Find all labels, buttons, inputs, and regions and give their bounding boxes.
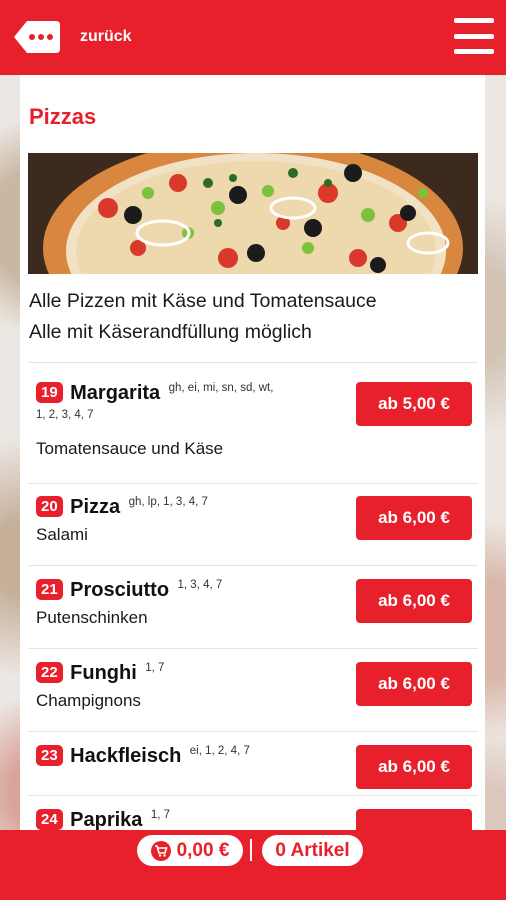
cart-total-button[interactable]: 0,00 €: [137, 835, 243, 866]
item-number-badge: 20: [36, 496, 63, 517]
item-number-badge: 24: [36, 809, 63, 830]
menu-item[interactable]: 21 Prosciutto 1, 3, 4, 7 Putenschinken a…: [36, 579, 472, 645]
item-allergen-codes: gh, ei, mi, sn, sd, wt,: [168, 382, 274, 394]
divider: [250, 839, 252, 861]
divider: [28, 731, 478, 732]
menu-item[interactable]: 23 Hackfleisch ei, 1, 2, 4, 7 ab 6,00 €: [36, 745, 472, 811]
back-button[interactable]: [13, 20, 61, 54]
item-name: Pizza: [70, 496, 121, 518]
price-button[interactable]: [356, 809, 472, 830]
item-name: Hackfleisch: [70, 745, 182, 767]
pizza-hero-image: [28, 153, 478, 274]
item-number-badge: 21: [36, 579, 63, 600]
cart-total: 0,00 €: [176, 839, 230, 861]
item-allergen-codes: 1, 3, 4, 7: [177, 579, 223, 591]
menu-item[interactable]: 19 Margarita gh, ei, mi, sn, sd, wt, 1, …: [36, 382, 472, 482]
item-name: Prosciutto: [70, 579, 170, 601]
item-name: Funghi: [70, 662, 137, 684]
item-number-badge: 23: [36, 745, 63, 766]
divider: [28, 362, 478, 363]
item-allergen-codes: ei, 1, 2, 4, 7: [189, 745, 250, 757]
divider: [28, 483, 478, 484]
menu-item[interactable]: 22 Funghi 1, 7 Champignons ab 6,00 €: [36, 662, 472, 728]
divider: [28, 795, 478, 796]
item-allergen-codes: 1, 7: [145, 662, 165, 674]
divider: [28, 648, 478, 649]
bottom-bar: 0,00 € 0 Artikel: [0, 830, 506, 900]
cart-item-count-button[interactable]: 0 Artikel: [262, 835, 363, 866]
hamburger-icon[interactable]: [454, 18, 494, 54]
menu-item[interactable]: 24 Paprika 1, 7: [36, 809, 472, 830]
back-label[interactable]: zurück: [80, 28, 132, 46]
top-bar: zurück: [0, 0, 506, 75]
item-name: Paprika: [70, 809, 143, 830]
price-button[interactable]: ab 5,00 €: [356, 382, 472, 426]
content-panel: Pizzas Alle Pizzen mit Käse und Tomatens…: [20, 75, 485, 830]
shopping-cart-icon: [150, 840, 171, 861]
section-intro: Alle Pizzen mit Käse und Tomatensauce Al…: [29, 286, 377, 348]
page-title: Pizzas: [29, 104, 97, 129]
intro-line: Alle mit Käserandfüllung möglich: [29, 321, 312, 343]
item-allergen-codes: 1, 7: [150, 809, 171, 821]
menu-item[interactable]: 20 Pizza gh, lp, 1, 3, 4, 7 Salami ab 6,…: [36, 496, 472, 562]
item-name: Margarita: [70, 382, 161, 404]
price-button[interactable]: ab 6,00 €: [356, 662, 472, 706]
divider: [28, 565, 478, 566]
item-number-badge: 19: [36, 382, 63, 403]
item-description: Tomatensauce und Käse: [36, 439, 224, 458]
price-button[interactable]: ab 6,00 €: [356, 496, 472, 540]
item-allergen-codes: gh, lp, 1, 3, 4, 7: [128, 496, 208, 508]
intro-line: Alle Pizzen mit Käse und Tomatensauce: [29, 290, 377, 312]
price-button[interactable]: ab 6,00 €: [356, 579, 472, 623]
item-number-badge: 22: [36, 662, 63, 683]
price-button[interactable]: ab 6,00 €: [356, 745, 472, 789]
chat-bubble-back-icon: [14, 21, 60, 53]
